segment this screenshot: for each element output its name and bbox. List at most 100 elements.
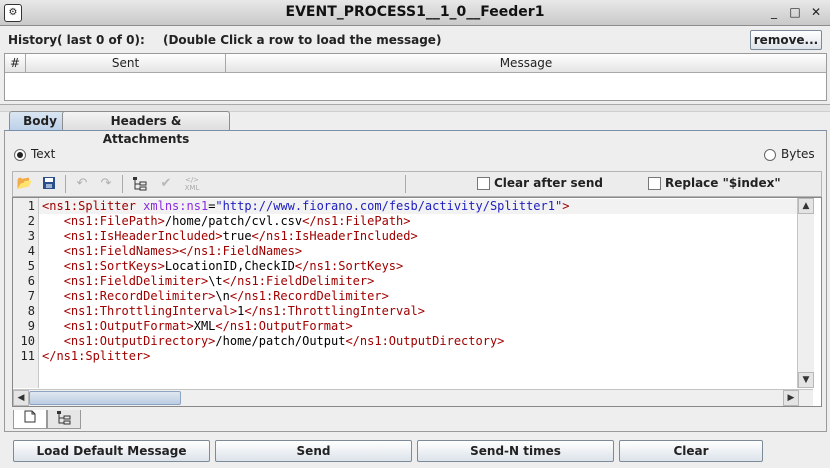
line-number: 5 — [27, 259, 35, 273]
code-token: </ns1:OutputDirectory> — [345, 334, 505, 348]
load-default-message-button[interactable]: Load Default Message — [13, 440, 210, 462]
column-header-index[interactable]: # — [5, 54, 26, 73]
text-radio-label[interactable]: Text — [31, 147, 55, 161]
toolbar-separator — [122, 175, 123, 193]
code-token: XML — [193, 319, 216, 333]
code-token: <ns1:SortKeys> — [63, 259, 165, 273]
horizontal-scrollbar[interactable]: ◀ ▶ — [13, 389, 813, 406]
bytes-radio-label[interactable]: Bytes — [781, 147, 815, 161]
code-line[interactable]: <ns1:RecordDelimiter>\n</ns1:RecordDelim… — [42, 289, 389, 304]
scroll-right-icon[interactable]: ▶ — [783, 390, 799, 406]
clear-after-send-checkbox[interactable] — [477, 177, 490, 190]
column-header-message[interactable]: Message — [226, 54, 826, 73]
code-token: </ns1:ThrottlingInterval> — [244, 304, 425, 318]
clear-after-send-label[interactable]: Clear after send — [494, 176, 603, 190]
remove-button[interactable]: remove... — [750, 30, 822, 50]
code-token: LocationID,CheckID — [164, 259, 295, 273]
code-token: </ns1:OutputFormat> — [215, 319, 353, 333]
code-token: </ns1:RecordDelimiter> — [229, 289, 389, 303]
code-line[interactable]: <ns1:IsHeaderIncluded>true</ns1:IsHeader… — [42, 229, 418, 244]
code-token: <ns1:FilePath> — [63, 214, 165, 228]
text-view-icon — [24, 410, 36, 423]
close-button[interactable]: ✕ — [808, 4, 824, 20]
code-token: <ns1:OutputFormat> — [63, 319, 194, 333]
code-token: \n — [215, 289, 230, 303]
code-token: \t — [208, 274, 223, 288]
text-view-tab[interactable] — [13, 410, 47, 429]
open-folder-icon[interactable]: 📂 — [16, 176, 34, 192]
history-label: History( last 0 of 0): (Double Click a r… — [8, 33, 441, 47]
line-number: 8 — [27, 304, 35, 318]
code-line[interactable]: <ns1:ThrottlingInterval>1</ns1:Throttlin… — [42, 304, 425, 319]
tab-headers-attachments[interactable]: Headers & Attachments — [62, 111, 230, 146]
line-number: 11 — [20, 349, 35, 363]
text-radio[interactable] — [14, 149, 26, 161]
replace-index-label[interactable]: Replace "$index" — [665, 176, 781, 190]
line-number: 3 — [27, 229, 35, 243]
code-token: <ns1:IsHeaderIncluded> — [63, 229, 223, 243]
scroll-down-icon[interactable]: ▼ — [798, 372, 814, 388]
vertical-scrollbar[interactable]: ▲ ▼ — [797, 198, 814, 388]
code-line[interactable]: <ns1:Splitter xmlns:ns1="http://www.fior… — [42, 199, 569, 214]
toolbar-separator — [65, 175, 66, 193]
title-bar[interactable]: ⚙ EVENT_PROCESS1__1_0__Feeder1 _ □ ✕ — [0, 0, 830, 26]
code-token: /home/patch/cvl.csv — [164, 214, 303, 228]
code-token: </ns1:Splitter> — [42, 349, 151, 363]
xml-editor[interactable]: 1 2 3 4 5 6 7 8 9 10 11 <ns1:Splitter xmlns:ns1="h… — [12, 197, 822, 407]
replace-index-checkbox[interactable] — [648, 177, 661, 190]
line-number-gutter: 1 2 3 4 5 6 7 8 9 10 11 — [13, 198, 39, 388]
minimize-button[interactable]: _ — [766, 4, 782, 20]
code-line[interactable]: <ns1:FieldNames></ns1:FieldNames> — [42, 244, 302, 259]
history-table[interactable]: # Sent Message — [4, 53, 827, 101]
code-token: xmlns:ns1 — [143, 199, 209, 213]
xml-tree-icon[interactable] — [131, 176, 149, 192]
window-title: EVENT_PROCESS1__1_0__Feeder1 — [285, 4, 545, 20]
code-line[interactable]: <ns1:FilePath>/home/patch/cvl.csv</ns1:F… — [42, 214, 411, 229]
code-token: </ns1:FieldDelimiter> — [222, 274, 375, 288]
line-number: 1 — [27, 199, 35, 213]
line-number: 7 — [27, 289, 35, 303]
editor-toolbar: 📂 ↶ ↷ ✔ </> XML Clear after send Replace … — [12, 171, 822, 197]
send-button[interactable]: Send — [215, 440, 412, 462]
send-n-times-button[interactable]: Send-N times — [417, 440, 614, 462]
line-number: 9 — [27, 319, 35, 333]
scroll-left-icon[interactable]: ◀ — [13, 390, 29, 406]
code-token: </ns1:FieldNames> — [179, 244, 303, 258]
code-line[interactable]: <ns1:OutputDirectory>/home/patch/Output<… — [42, 334, 505, 349]
code-line[interactable]: <ns1:FieldDelimiter>\t</ns1:FieldDelimit… — [42, 274, 375, 289]
clear-button[interactable]: Clear — [619, 440, 763, 462]
history-hint: (Double Click a row to load the message) — [162, 33, 442, 47]
redo-icon[interactable]: ↷ — [97, 176, 115, 192]
code-token: </ns1:SortKeys> — [294, 259, 404, 273]
horizontal-scroll-thumb[interactable] — [29, 391, 181, 405]
code-token: true — [222, 229, 252, 243]
code-token: <ns1:FieldNames> — [63, 244, 180, 258]
scroll-up-icon[interactable]: ▲ — [798, 198, 814, 214]
bytes-radio[interactable] — [764, 149, 776, 161]
code-token: "http://www.fiorano.com/fesb/activity/Sp… — [215, 199, 563, 213]
maximize-button[interactable]: □ — [787, 4, 803, 20]
line-number: 4 — [27, 244, 35, 258]
xml-format-icon[interactable]: </> XML — [183, 176, 201, 192]
toolbar-separator — [405, 175, 406, 193]
code-token: </ns1:IsHeaderIncluded> — [251, 229, 418, 243]
column-header-sent[interactable]: Sent — [26, 54, 226, 73]
code-token: <ns1:OutputDirectory> — [63, 334, 216, 348]
code-token: /home/patch/Output — [215, 334, 346, 348]
save-icon[interactable] — [40, 176, 58, 192]
undo-icon[interactable]: ↶ — [73, 176, 91, 192]
code-line[interactable]: </ns1:Splitter> — [42, 349, 150, 364]
code-line[interactable]: <ns1:OutputFormat>XML</ns1:OutputFormat> — [42, 319, 353, 334]
code-line[interactable]: <ns1:SortKeys>LocationID,CheckID</ns1:So… — [42, 259, 404, 274]
tree-view-tab[interactable] — [47, 410, 81, 429]
line-number: 10 — [20, 334, 35, 348]
validate-icon[interactable]: ✔ — [157, 176, 175, 192]
code-token: > — [562, 199, 570, 213]
